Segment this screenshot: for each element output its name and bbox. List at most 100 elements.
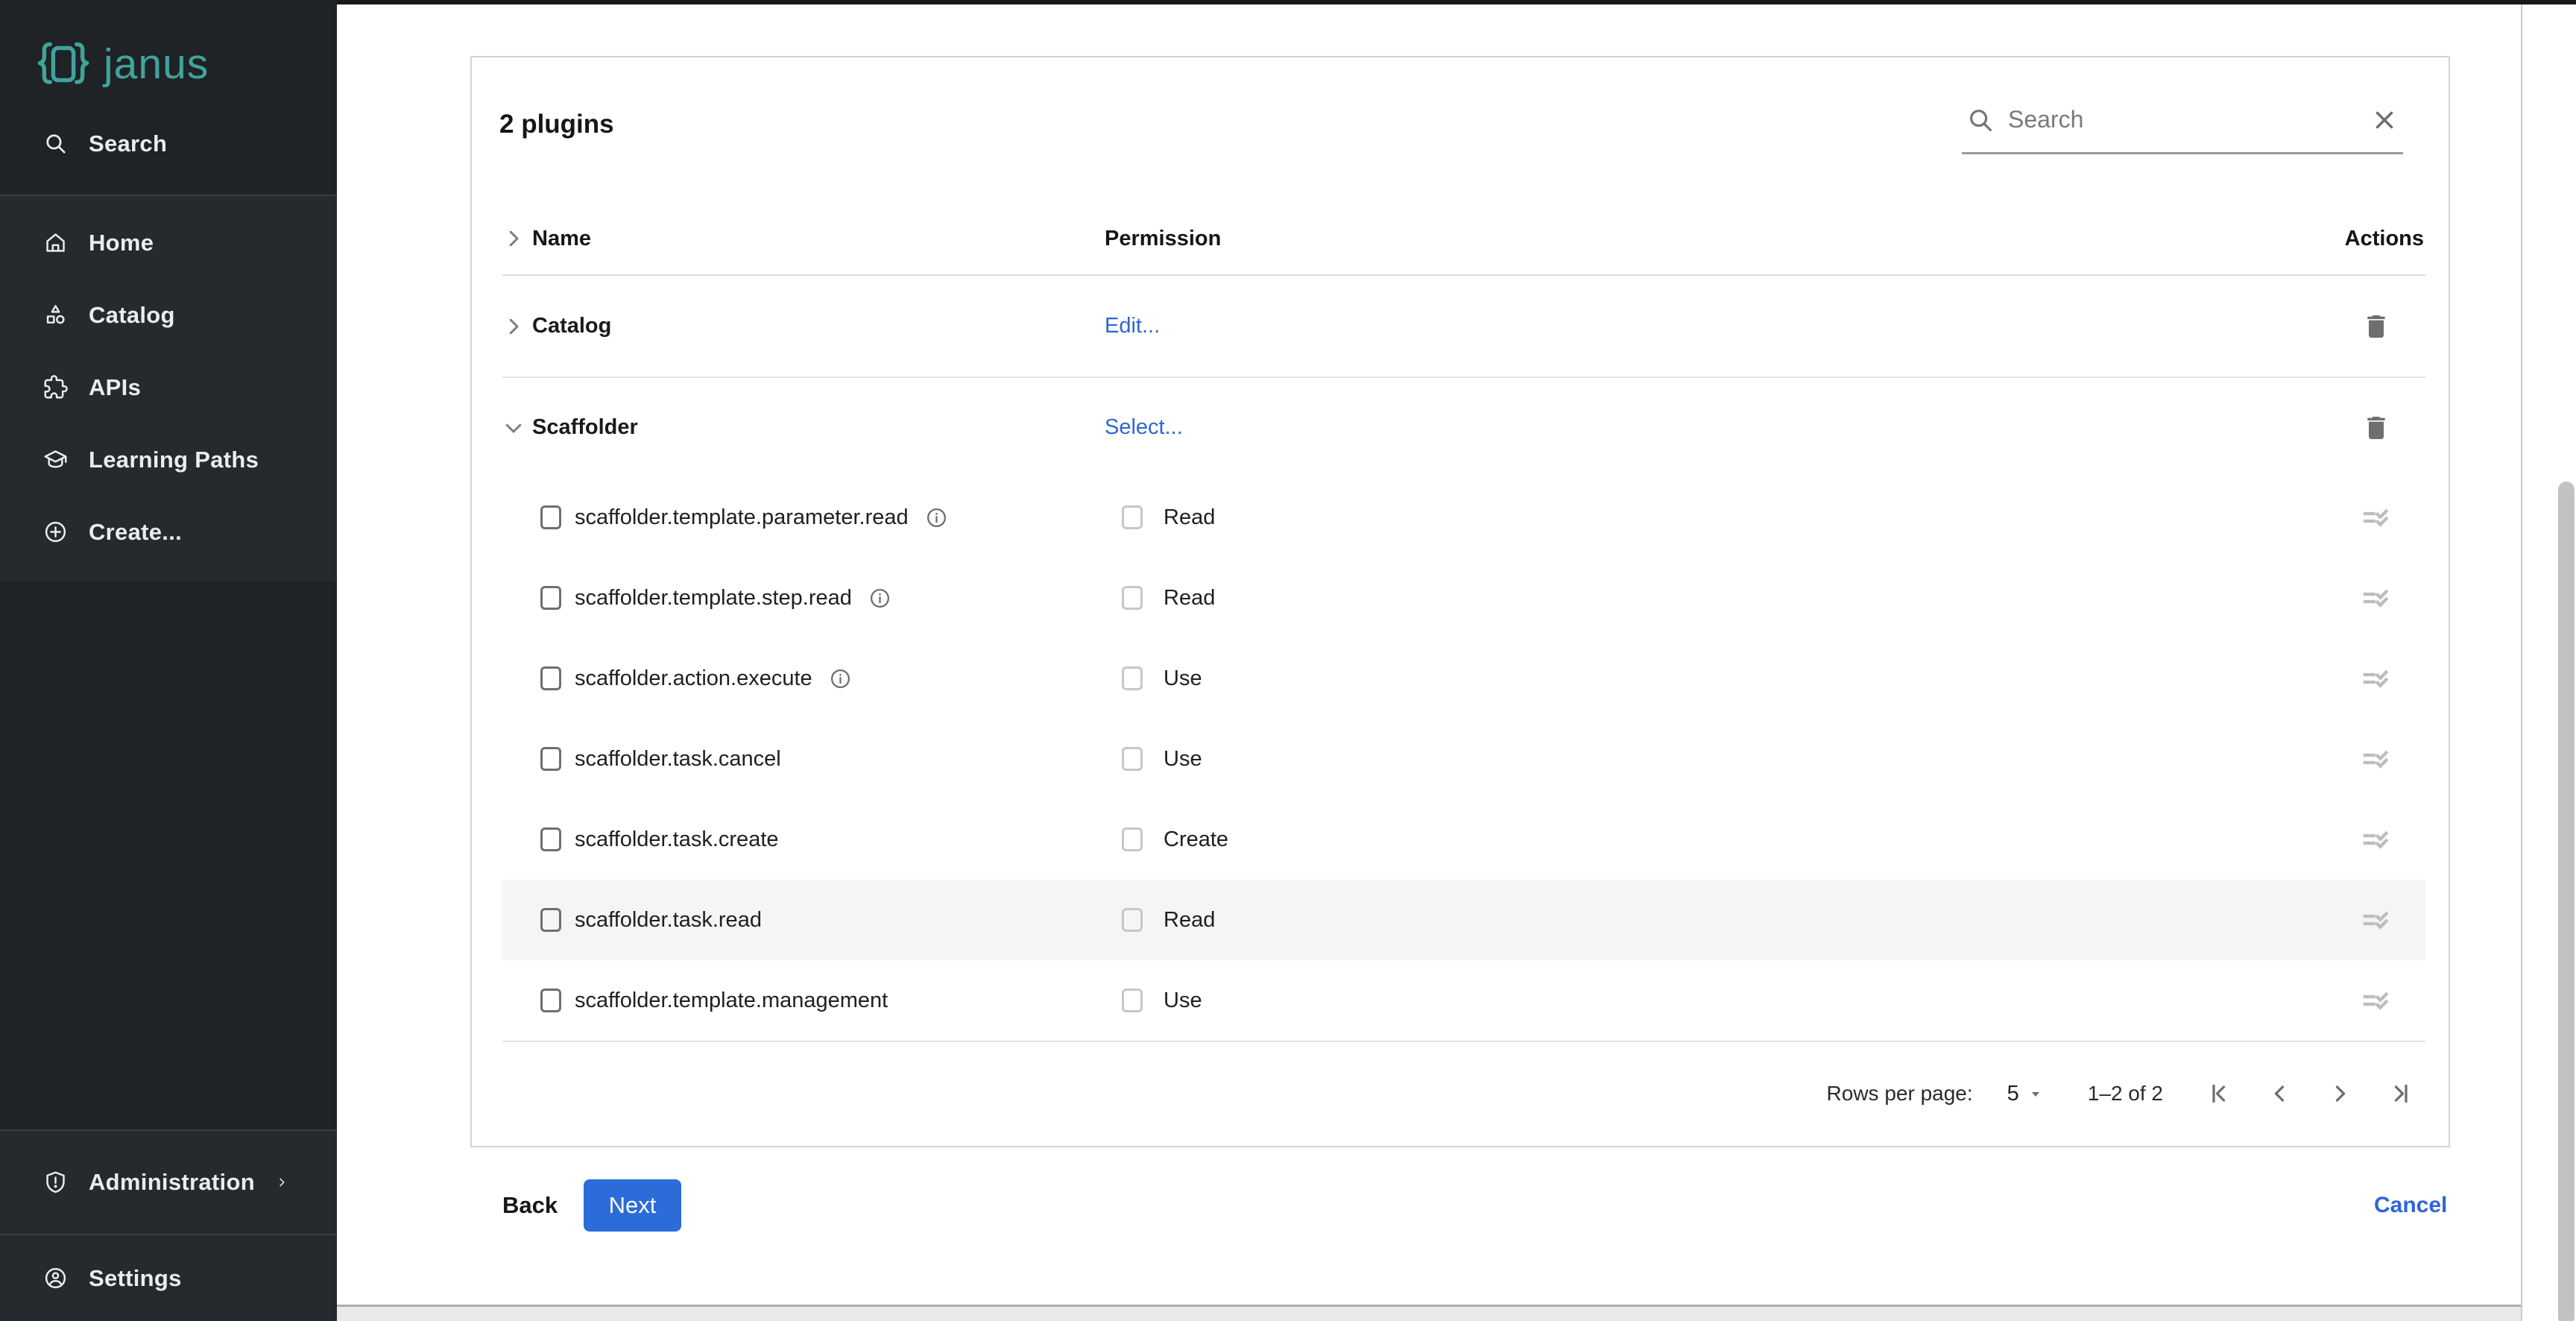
info-icon[interactable] xyxy=(868,587,891,610)
delete-icon[interactable] xyxy=(2361,312,2391,341)
plugin-name: Scaffolder xyxy=(532,415,638,440)
rows-per-page-value: 5 xyxy=(2007,1082,2019,1106)
next-page-icon[interactable] xyxy=(2327,1080,2354,1107)
permission-checkbox[interactable] xyxy=(540,666,561,690)
pagination-range-label: 1–2 of 2 xyxy=(2088,1082,2163,1106)
shield-exclamation-icon xyxy=(43,1170,68,1195)
sidebar-item-home[interactable]: Home xyxy=(0,206,337,279)
permission-name: scaffolder.action.execute xyxy=(575,666,812,691)
select-permissions-link[interactable]: Select... xyxy=(1105,415,1183,439)
pagination-bar: Rows per page: 5 1–2 of 2 xyxy=(502,1041,2425,1145)
sidebar-item-apis[interactable]: APIs xyxy=(0,351,337,423)
column-header-permission: Permission xyxy=(1105,227,1221,250)
permission-checkbox[interactable] xyxy=(540,505,561,529)
logo-text: janus xyxy=(104,40,209,89)
policy-checkbox[interactable] xyxy=(1122,505,1143,529)
policy-label: Read xyxy=(1164,586,1215,611)
conditional-access-icon[interactable] xyxy=(2359,986,2393,1015)
permission-name: scaffolder.task.read xyxy=(575,908,762,933)
permission-row: scaffolder.action.execute Use xyxy=(502,638,2425,719)
sidebar-item-label: Create... xyxy=(89,519,182,546)
policy-label: Use xyxy=(1164,666,1202,691)
rows-per-page-label: Rows per page: xyxy=(1827,1082,1973,1106)
page-title: 2 plugins xyxy=(499,110,614,139)
logo[interactable]: janus xyxy=(35,36,209,92)
sidebar-item-label: Search xyxy=(89,130,167,157)
policy-label: Read xyxy=(1164,908,1215,933)
sidebar-item-catalog[interactable]: Catalog xyxy=(0,279,337,351)
policy-checkbox[interactable] xyxy=(1122,908,1143,932)
last-page-icon[interactable] xyxy=(2388,1080,2415,1107)
permission-checkbox[interactable] xyxy=(540,908,561,932)
info-icon[interactable] xyxy=(829,667,852,690)
plugin-name: Catalog xyxy=(532,314,611,338)
search-input[interactable] xyxy=(2008,106,2357,133)
edit-permissions-link[interactable]: Edit... xyxy=(1105,314,1160,338)
pager-controls xyxy=(2205,1080,2415,1107)
page-background xyxy=(337,1307,2576,1321)
plugin-row-catalog: Catalog Edit... xyxy=(502,276,2425,378)
search-field xyxy=(1962,87,2403,154)
permission-checkbox[interactable] xyxy=(540,827,561,851)
permission-row: scaffolder.template.step.read Read xyxy=(502,558,2425,638)
cancel-link[interactable]: Cancel xyxy=(2374,1179,2447,1232)
policy-checkbox[interactable] xyxy=(1122,989,1143,1012)
expand-all-chevron-icon[interactable] xyxy=(502,227,525,250)
user-circle-icon xyxy=(43,1266,68,1290)
table-header-row: Name Permission Actions xyxy=(502,203,2425,276)
policy-checkbox[interactable] xyxy=(1122,747,1143,771)
permission-row: scaffolder.task.cancel Use xyxy=(502,719,2425,799)
permission-checkbox[interactable] xyxy=(540,586,561,610)
scrollbar-thumb[interactable] xyxy=(2558,482,2575,1321)
sidebar-item-settings[interactable]: Settings xyxy=(0,1265,182,1292)
search-icon xyxy=(43,131,68,156)
conditional-access-icon[interactable] xyxy=(2359,744,2393,774)
sidebar-item-label: Settings xyxy=(89,1265,182,1292)
first-page-icon[interactable] xyxy=(2205,1080,2232,1107)
permission-checkbox[interactable] xyxy=(540,989,561,1012)
app-root: janus Search Home xyxy=(0,0,2576,1321)
plugin-row-scaffolder: Scaffolder Select... xyxy=(502,378,2425,477)
sidebar-item-label: APIs xyxy=(89,374,141,401)
sidebar-item-label: Administration xyxy=(89,1169,255,1196)
collapse-row-chevron-icon[interactable] xyxy=(502,417,525,439)
conditional-access-icon[interactable] xyxy=(2359,583,2393,613)
sidebar-settings-section: Settings xyxy=(0,1235,337,1321)
permission-checkbox[interactable] xyxy=(540,747,561,771)
conditional-access-icon[interactable] xyxy=(2359,663,2393,693)
column-header-name: Name xyxy=(532,227,591,251)
sidebar-item-label: Home xyxy=(89,230,154,256)
permission-name: scaffolder.template.parameter.read xyxy=(575,505,909,530)
permission-row-highlighted: scaffolder.task.read Read xyxy=(502,880,2425,960)
conditional-access-icon[interactable] xyxy=(2359,502,2393,532)
policy-checkbox[interactable] xyxy=(1122,827,1143,851)
search-icon xyxy=(1966,106,1995,134)
info-icon[interactable] xyxy=(925,506,948,529)
sidebar-item-learning-paths[interactable]: Learning Paths xyxy=(0,423,337,496)
conditional-access-icon[interactable] xyxy=(2359,825,2393,854)
conditional-access-icon[interactable] xyxy=(2359,905,2393,935)
policy-checkbox[interactable] xyxy=(1122,666,1143,690)
caret-down-icon xyxy=(2027,1085,2045,1103)
back-button[interactable]: Back xyxy=(486,1179,574,1232)
sidebar-item-administration[interactable]: Administration xyxy=(0,1169,337,1196)
sidebar-item-search[interactable]: Search xyxy=(0,112,337,175)
delete-icon[interactable] xyxy=(2361,413,2391,443)
expand-row-chevron-icon[interactable] xyxy=(502,315,525,338)
sidebar-item-label: Catalog xyxy=(89,302,175,329)
policy-label: Read xyxy=(1164,505,1215,530)
policy-label: Create xyxy=(1164,827,1228,852)
next-button[interactable]: Next xyxy=(584,1179,681,1232)
scrollbar-track[interactable] xyxy=(2521,4,2576,1321)
permission-row: scaffolder.template.management Use xyxy=(502,960,2425,1041)
clear-search-icon[interactable] xyxy=(2370,106,2399,134)
permission-name: scaffolder.template.management xyxy=(575,989,888,1013)
policy-checkbox[interactable] xyxy=(1122,586,1143,610)
sidebar-item-create[interactable]: Create... xyxy=(0,496,337,568)
policy-label: Use xyxy=(1164,989,1202,1013)
rows-per-page-select[interactable]: 5 xyxy=(2007,1082,2045,1106)
column-header-actions: Actions xyxy=(2345,227,2424,251)
plus-circle-icon xyxy=(43,520,68,544)
previous-page-icon[interactable] xyxy=(2266,1080,2293,1107)
permission-name: scaffolder.template.step.read xyxy=(575,586,852,611)
